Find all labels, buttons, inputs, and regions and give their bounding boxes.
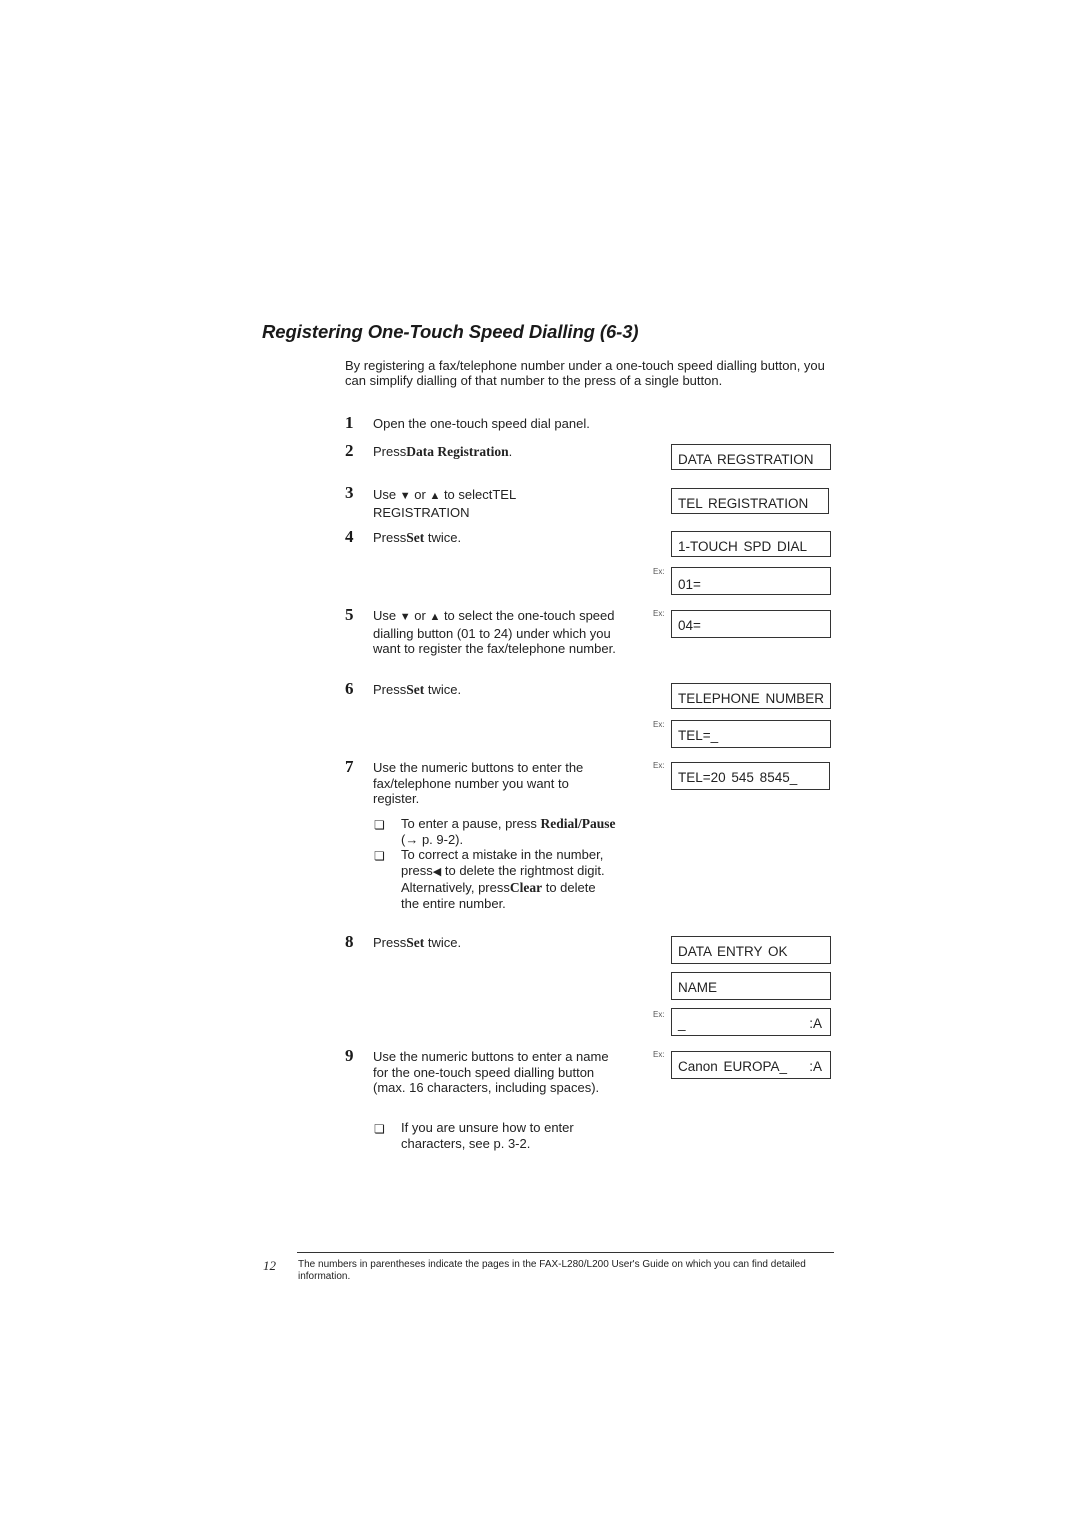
example-label: Ex:: [653, 567, 665, 576]
step-number: 7: [345, 757, 354, 776]
button-name-data-registration: Data Registration: [406, 444, 509, 459]
step-mid: or: [410, 487, 430, 502]
lcd-display: TEL REGISTRATION: [671, 488, 829, 514]
menu-item-tel: TEL: [492, 487, 517, 502]
step-number: 3: [345, 483, 354, 502]
lcd-text: TELEPHONE NUMBER: [678, 691, 825, 706]
lcd-text: TEL=_: [678, 728, 719, 743]
footer-note: The numbers in parentheses indicate the …: [298, 1259, 806, 1282]
step-text: Use ▼ or ▲ to select the one-touch speed…: [373, 608, 618, 657]
button-name-set: Set: [406, 530, 425, 545]
step-text: Open the one-touch speed dial panel.: [373, 416, 590, 431]
button-name-set: Set: [406, 682, 425, 697]
step-pre: Press: [373, 935, 407, 950]
page-number: 12: [263, 1258, 276, 1273]
lcd-text: 01=: [678, 577, 701, 592]
button-name-clear: Clear: [509, 880, 543, 895]
lcd-text: DATA REGSTRATION: [678, 452, 814, 467]
bullet-pre: To enter a pause, press: [401, 816, 541, 831]
button-name-set: Set: [406, 935, 425, 950]
step-number: 5: [345, 605, 354, 624]
step-text: PressData Registration.: [373, 444, 623, 460]
bullet-text: If you are unsure how to enter character…: [401, 1120, 574, 1151]
lcd-text: Canon EUROPA_: [678, 1059, 788, 1074]
down-arrow-icon: ▼: [399, 611, 411, 623]
checkbox-bullet-icon: ❏: [374, 849, 385, 863]
step-text: Use the numeric buttons to enter a name …: [373, 1049, 609, 1095]
step-text: PressSet twice.: [373, 682, 623, 698]
step-pre: Press: [373, 682, 407, 697]
lcd-display: TELEPHONE NUMBER: [671, 683, 831, 709]
checkbox-bullet-icon: ❏: [374, 818, 385, 832]
example-label: Ex:: [653, 1050, 665, 1059]
bullet-text: To correct a mistake in the number, pres…: [401, 847, 606, 911]
lcd-display: _ :A: [671, 1008, 831, 1036]
lcd-display: DATA REGSTRATION: [671, 444, 831, 470]
example-label: Ex:: [653, 609, 665, 618]
step-post: twice.: [424, 935, 462, 950]
lcd-display: 1-TOUCH SPD DIAL: [671, 531, 831, 557]
lcd-mode-indicator: :A: [809, 1059, 822, 1074]
step-pre: Use: [373, 608, 397, 623]
step-pre: Press: [373, 444, 407, 459]
step-number: 1: [345, 413, 354, 432]
lcd-display: TEL=_: [671, 720, 831, 748]
step-pre: Use: [373, 487, 397, 502]
lcd-display: 01=: [671, 567, 831, 595]
lcd-display: TEL=20 545 8545_: [671, 762, 830, 790]
step-text: Use the numeric buttons to enter the fax…: [373, 760, 584, 806]
menu-item-registration: REGISTRATION: [373, 504, 470, 520]
lcd-display: Canon EUROPA_ :A: [671, 1051, 831, 1079]
intro-paragraph: By registering a fax/telephone number un…: [345, 358, 825, 389]
step-post: twice.: [424, 682, 462, 697]
lcd-text: TEL REGISTRATION: [678, 496, 809, 511]
step-post: .: [508, 444, 513, 459]
down-arrow-icon: ▼: [399, 490, 411, 502]
bullet-post: (→ p. 9-2).: [401, 831, 464, 847]
left-arrow-icon: ◀: [432, 865, 442, 878]
step-mid: or: [410, 608, 430, 623]
lcd-display: DATA ENTRY OK: [671, 936, 831, 964]
example-label: Ex:: [653, 761, 665, 770]
lcd-text: NAME: [678, 980, 718, 995]
step-number: 2: [345, 441, 354, 460]
step-text: PressSet twice.: [373, 530, 623, 546]
checkbox-bullet-icon: ❏: [374, 1122, 385, 1136]
lcd-text: DATA ENTRY OK: [678, 944, 788, 959]
example-label: Ex:: [653, 720, 665, 729]
step-number: 6: [345, 679, 354, 698]
step-pre: Press: [373, 530, 407, 545]
lcd-text: 1-TOUCH SPD DIAL: [678, 539, 808, 554]
bullet-text: To enter a pause, press Redial/Pause (→ …: [401, 816, 616, 847]
up-arrow-icon: ▲: [429, 611, 441, 623]
step-post: twice.: [424, 530, 462, 545]
example-label: Ex:: [653, 1010, 665, 1019]
section-title: Registering One-Touch Speed Dialling (6-…: [262, 321, 639, 342]
lcd-text: TEL=20 545 8545_: [678, 770, 798, 785]
button-name-redial-pause: Redial/Pause: [540, 816, 616, 831]
up-arrow-icon: ▲: [429, 490, 441, 502]
lcd-text: 04=: [678, 618, 701, 633]
lcd-text: _: [678, 1016, 686, 1031]
step-post: to select: [440, 487, 493, 502]
step-number: 8: [345, 932, 354, 951]
footer-rule: [297, 1252, 834, 1253]
step-number: 9: [345, 1046, 354, 1065]
step-number: 4: [345, 527, 354, 546]
lcd-mode-indicator: :A: [809, 1016, 822, 1031]
step-text: Use ▼ or ▲ to selectTEL REGISTRATION: [373, 487, 623, 520]
step-text: PressSet twice.: [373, 935, 623, 951]
lcd-display: NAME: [671, 972, 831, 1000]
lcd-display: 04=: [671, 610, 831, 638]
